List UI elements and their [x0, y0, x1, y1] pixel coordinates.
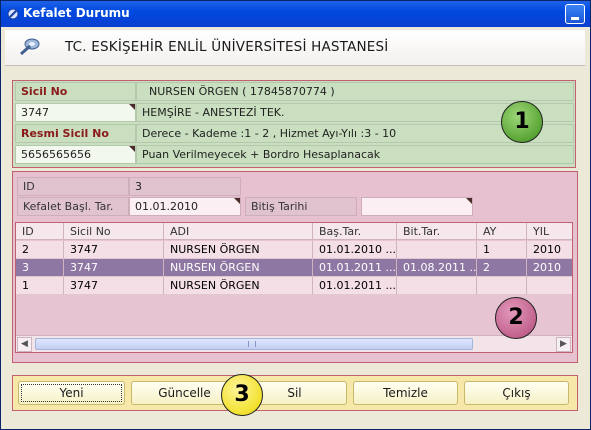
id-label: ID	[17, 177, 129, 196]
table-row[interactable]: 1 3747 NURSEN ÖRGEN 01.01.2011 ...	[16, 277, 572, 295]
minimize-icon	[571, 17, 579, 20]
cell-bas-tar: 01.01.2010 ...	[313, 241, 397, 259]
column-header-yil[interactable]: YIL	[527, 223, 572, 239]
hospital-name: TC. ESKİŞEHİR ENLİL ÜNİVERSİTESİ HASTANE…	[65, 39, 389, 55]
minimize-button[interactable]	[565, 4, 585, 24]
column-header-id[interactable]: ID	[16, 223, 64, 239]
column-header-adi[interactable]: ADI	[164, 223, 313, 239]
personnel-name: NURSEN ÖRGEN ( 17845870774 )	[136, 82, 574, 101]
end-date-label: Bitiş Tarihi	[245, 197, 357, 216]
cell-sicil: 3747	[64, 241, 164, 259]
cell-bit-tar: 01.08.2011 ...	[397, 259, 477, 277]
column-header-bas-tar[interactable]: Baş.Tar.	[313, 223, 397, 239]
table-row[interactable]: 2 3747 NURSEN ÖRGEN 01.01.2010 ... 1 201…	[16, 241, 572, 259]
cell-id: 1	[16, 277, 64, 295]
cell-yil	[527, 277, 572, 295]
callout-badge-1: 1	[501, 101, 543, 143]
column-header-sicil[interactable]: Sicil No	[64, 223, 164, 239]
scroll-right-icon[interactable]: ▶	[556, 337, 571, 352]
id-value: 3	[129, 177, 241, 196]
horizontal-scrollbar[interactable]: ◀ ▶	[16, 335, 572, 352]
cell-bit-tar	[397, 241, 477, 259]
cell-sicil: 3747	[64, 277, 164, 295]
cell-adi: NURSEN ÖRGEN	[164, 241, 313, 259]
cell-id: 2	[16, 241, 64, 259]
sicil-no-field[interactable]: 3747	[15, 103, 136, 122]
cell-bas-tar: 01.01.2011 ...	[313, 277, 397, 295]
hospital-logo-icon	[20, 38, 40, 56]
kefalet-window: Kefalet Durumu TC. ESKİŞEHİR ENLİL ÜNİVE…	[0, 0, 591, 430]
column-header-ay[interactable]: AY	[477, 223, 527, 239]
hospital-header: TC. ESKİŞEHİR ENLİL ÜNİVERSİTESİ HASTANE…	[5, 30, 585, 66]
window-title: Kefalet Durumu	[23, 6, 130, 20]
sicil-no-label: Sicil No	[15, 82, 136, 101]
cell-yil: 2010	[527, 241, 572, 259]
scrollbar-thumb[interactable]	[35, 338, 473, 350]
cell-yil: 2010	[527, 259, 572, 277]
kefalet-grid[interactable]: ID Sicil No ADI Baş.Tar. Bit.Tar. AY YIL…	[15, 222, 573, 353]
end-date-field[interactable]	[361, 197, 473, 216]
grid-header: ID Sicil No ADI Baş.Tar. Bit.Tar. AY YIL	[16, 223, 572, 240]
callout-badge-2: 2	[495, 297, 537, 339]
cell-adi: NURSEN ÖRGEN	[164, 259, 313, 277]
start-date-field[interactable]: 01.01.2010	[129, 197, 241, 216]
table-row-selected[interactable]: 3 3747 NURSEN ÖRGEN 01.01.2011 ... 01.08…	[16, 259, 572, 277]
cell-id: 3	[16, 259, 64, 277]
grip-icon	[248, 341, 256, 347]
cell-sicil: 3747	[64, 259, 164, 277]
clear-button[interactable]: Temizle	[353, 381, 458, 405]
cell-bit-tar	[397, 277, 477, 295]
start-date-label: Kefalet Başl. Tar.	[17, 197, 129, 216]
exit-button[interactable]: Çıkış	[464, 381, 569, 405]
cell-ay	[477, 277, 527, 295]
cell-bas-tar: 01.01.2011 ...	[313, 259, 397, 277]
cell-ay: 2	[477, 259, 527, 277]
column-header-bit-tar[interactable]: Bit.Tar.	[397, 223, 477, 239]
callout-badge-3: 3	[221, 374, 263, 416]
new-button[interactable]: Yeni	[18, 381, 125, 405]
personnel-note: Puan Verilmeyecek + Bordro Hesaplanacak	[136, 145, 574, 164]
app-icon	[7, 8, 19, 20]
cell-ay: 1	[477, 241, 527, 259]
scroll-left-icon[interactable]: ◀	[17, 337, 32, 352]
resmi-sicil-field[interactable]: 5656565656	[15, 145, 136, 164]
resmi-sicil-label: Resmi Sicil No	[15, 124, 136, 143]
cell-adi: NURSEN ÖRGEN	[164, 277, 313, 295]
title-bar[interactable]: Kefalet Durumu	[1, 1, 590, 27]
